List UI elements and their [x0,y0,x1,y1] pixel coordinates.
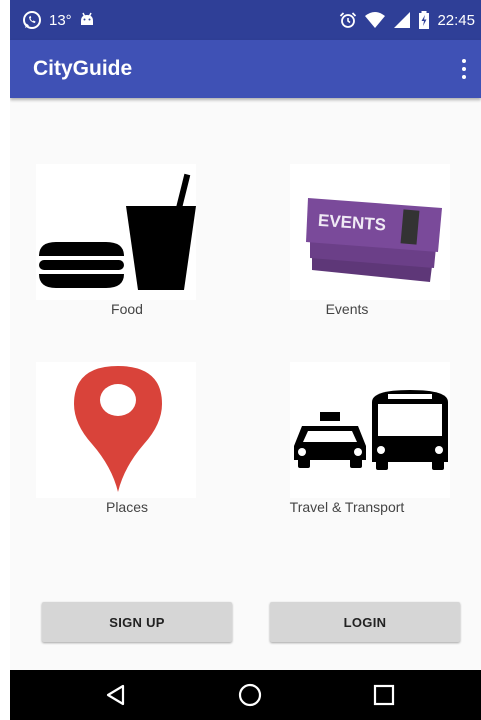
temperature-text: 13° [49,11,72,29]
category-events-label: Events [325,301,369,317]
app-bar: CityGuide [10,40,481,98]
recents-icon[interactable] [372,683,396,707]
signal-icon [394,12,411,28]
alarm-icon [340,12,357,28]
category-food-label: Food [111,301,143,317]
back-icon[interactable] [104,683,128,707]
events-ticket-icon: EVENTS [306,198,442,282]
screen: 13° 22:45 CityGuide Food EVENTS Events P… [10,0,481,720]
app-title: CityGuide [33,57,133,80]
map-pin-icon [74,366,162,492]
sign-up-button[interactable]: SIGN UP [42,602,232,642]
transport-icon [294,390,448,470]
wifi-icon [365,12,386,28]
login-button[interactable]: LOGIN [270,602,460,642]
food-icon [39,173,196,290]
category-events[interactable]: EVENTS [290,164,450,300]
clock-time: 22:45 [437,11,475,29]
navigation-bar [10,670,481,720]
more-vert-icon[interactable] [459,57,469,81]
category-places[interactable] [36,362,196,498]
home-icon[interactable] [238,683,262,707]
battery-charging-icon [419,11,430,29]
category-travel-transport[interactable] [290,362,450,498]
category-travel-transport-label: Travel & Transport [289,499,405,515]
android-icon [80,12,93,25]
category-places-label: Places [105,499,149,515]
status-bar: 13° 22:45 [10,0,481,40]
whatsapp-icon [23,11,41,29]
category-food[interactable] [36,164,196,300]
